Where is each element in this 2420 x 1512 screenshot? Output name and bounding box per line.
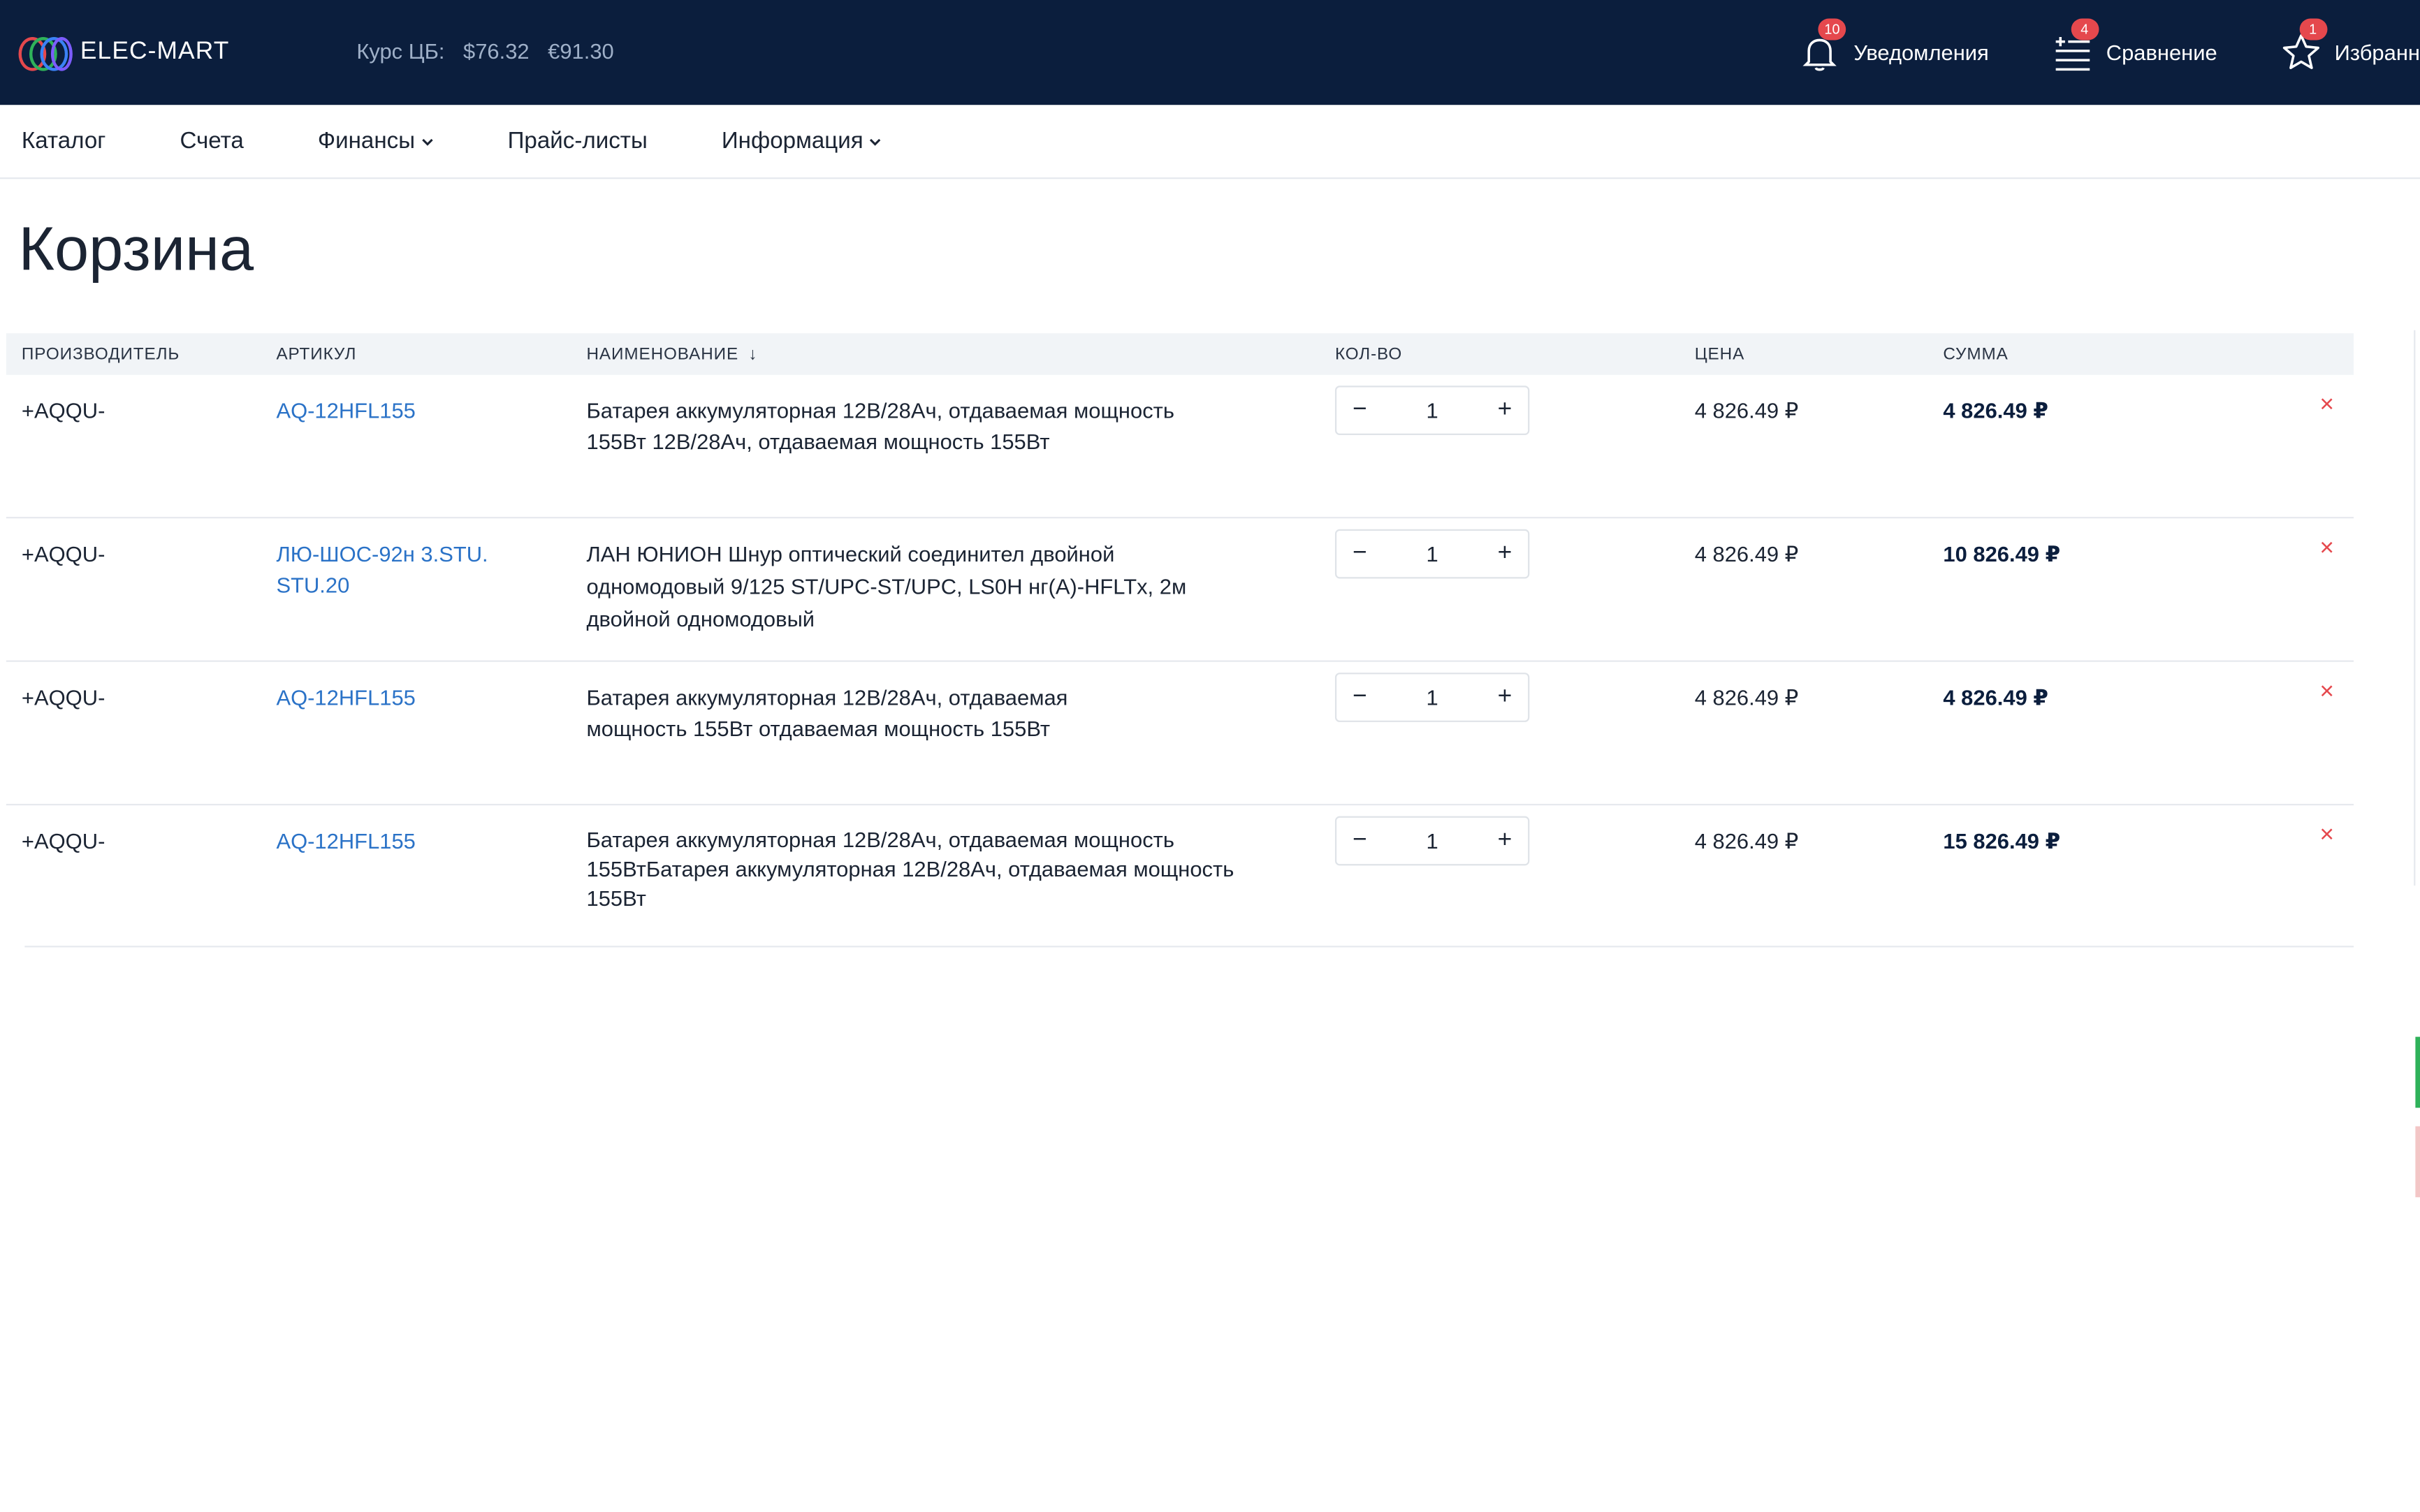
page: ELEC-MART Курс ЦБ: $76.32 €91.30 10 Увед… (0, 0, 2420, 1512)
table-row: +AQQU- AQ-12HFL155 Батарея аккумуляторна… (6, 805, 2354, 947)
quantity-input[interactable] (1398, 396, 1466, 425)
star-icon: 1 (2279, 18, 2327, 74)
table-header: ПРОИЗВОДИТЕЛЬ АРТИКУЛ НАИМЕНОВАНИЕ ↓ КОЛ… (6, 333, 2354, 375)
nav-item-label: Каталог (21, 128, 106, 154)
rate-eur: €91.30 (548, 38, 614, 64)
quantity-input[interactable] (1398, 683, 1466, 712)
nav-item-price-lists[interactable]: Прайс-листы (508, 128, 648, 154)
quantity-input[interactable] (1398, 827, 1466, 855)
chevron-down-icon (870, 138, 882, 145)
column-name-label: НАИМЕНОВАНИЕ (586, 345, 739, 365)
quantity-stepper: − + (1334, 816, 1530, 866)
sum-cell: 4 826.49 ₽ (1943, 397, 2048, 423)
side-panel-edge (2414, 330, 2420, 886)
manufacturer-cell: +AQQU- (21, 541, 105, 566)
top-bar: ELEC-MART Курс ЦБ: $76.32 €91.30 10 Увед… (0, 0, 2420, 105)
compare-badge: 4 (2070, 18, 2099, 41)
compare-button[interactable]: 4 Сравнение (2050, 18, 2217, 74)
nav-item-catalog[interactable]: Каталог (22, 128, 105, 154)
price-cell: 4 826.49 ₽ (1694, 684, 1799, 710)
product-name: Батарея аккумуляторная 12В/28Ач, отдавае… (586, 397, 1174, 454)
quantity-stepper: − + (1334, 529, 1530, 579)
price-cell: 4 826.49 ₽ (1694, 828, 1799, 853)
sku-link[interactable]: AQ-12HFL155 (276, 825, 539, 856)
notifications-label: Уведомления (1853, 40, 1989, 65)
rates-label: Курс ЦБ: (356, 38, 445, 64)
exchange-rates: Курс ЦБ: $76.32 €91.30 (356, 38, 613, 63)
chevron-down-icon (421, 138, 433, 145)
header-tools: 10 Уведомления 4 Сравнение 1 Избранн (1737, 0, 2420, 105)
decrement-button[interactable]: − (1349, 684, 1371, 712)
delete-icon[interactable]: × (2319, 534, 2334, 564)
compare-label: Сравнение (2106, 40, 2217, 65)
nav-item-invoices[interactable]: Счета (180, 128, 243, 154)
rate-usd: $76.32 (463, 38, 530, 64)
column-sku[interactable]: АРТИКУЛ (276, 346, 356, 365)
column-qty[interactable]: КОЛ-ВО (1335, 346, 1402, 365)
sku-link[interactable]: AQ-12HFL155 (276, 682, 539, 712)
sku-link[interactable]: ЛЮ-ШОС-92н 3.STU. STU.20 (276, 538, 539, 600)
side-tab-green[interactable] (2415, 1036, 2420, 1108)
product-name: ЛАН ЮНИОН Шнур оптический соединител дво… (586, 541, 1187, 631)
delete-icon[interactable]: × (2319, 821, 2334, 851)
sum-cell: 4 826.49 ₽ (1943, 684, 2048, 710)
increment-button[interactable]: + (1494, 684, 1516, 712)
nav-item-finance[interactable]: Финансы (318, 128, 434, 154)
sort-arrow-icon: ↓ (748, 345, 758, 365)
product-name: Батарея аккумуляторная 12В/28Ач, отдавае… (586, 827, 1234, 911)
sku-link[interactable]: AQ-12HFL155 (276, 395, 539, 426)
notifications-button[interactable]: 10 Уведомления (1798, 18, 1989, 74)
cart-table: ПРОИЗВОДИТЕЛЬ АРТИКУЛ НАИМЕНОВАНИЕ ↓ КОЛ… (6, 333, 2354, 947)
price-cell: 4 826.49 ₽ (1694, 541, 1799, 566)
quantity-stepper: − + (1334, 673, 1530, 722)
main-nav: Каталог Счета Финансы Прайс-листы Информ… (0, 105, 2420, 179)
nav-item-label: Счета (180, 128, 244, 154)
manufacturer-cell: +AQQU- (21, 397, 105, 423)
compare-list-icon: 4 (2050, 18, 2099, 74)
table-row: +AQQU- AQ-12HFL155 Батарея аккумуляторна… (6, 375, 2354, 519)
nav-item-label: Информация (721, 128, 863, 154)
logo-mark-icon (18, 34, 75, 71)
nav-item-label: Финансы (317, 128, 416, 154)
manufacturer-cell: +AQQU- (21, 684, 105, 710)
table-bottom-divider (24, 946, 2354, 948)
page-title: Корзина (18, 216, 254, 284)
decrement-button[interactable]: − (1349, 397, 1371, 425)
favorites-label: Избранн (2334, 40, 2420, 65)
table-row: +AQQU- AQ-12HFL155 Батарея аккумуляторна… (6, 662, 2354, 806)
increment-button[interactable]: + (1494, 397, 1516, 425)
manufacturer-cell: +AQQU- (21, 828, 105, 853)
price-cell: 4 826.49 ₽ (1694, 397, 1799, 423)
table-row: +AQQU- ЛЮ-ШОС-92н 3.STU. STU.20 ЛАН ЮНИО… (6, 518, 2354, 662)
column-sum[interactable]: СУММА (1943, 346, 2008, 365)
quantity-stepper: − + (1334, 386, 1530, 435)
column-manufacturer[interactable]: ПРОИЗВОДИТЕЛЬ (22, 346, 180, 365)
nav-item-information[interactable]: Информация (722, 128, 882, 154)
sum-cell: 10 826.49 ₽ (1943, 541, 2061, 566)
decrement-button[interactable]: − (1349, 540, 1371, 568)
delete-icon[interactable]: × (2319, 677, 2334, 708)
delete-icon[interactable]: × (2319, 390, 2334, 421)
favorites-badge: 1 (2298, 18, 2327, 41)
favorites-button[interactable]: 1 Избранн (2279, 18, 2420, 74)
decrement-button[interactable]: − (1349, 827, 1371, 855)
quantity-input[interactable] (1398, 540, 1466, 568)
notifications-badge: 10 (1818, 18, 1846, 41)
side-tab-red[interactable] (2415, 1126, 2420, 1198)
sum-cell: 15 826.49 ₽ (1943, 828, 2061, 853)
logo-text: ELEC-MART (80, 38, 230, 65)
column-price[interactable]: ЦЕНА (1695, 346, 1744, 365)
bell-icon: 10 (1798, 18, 1846, 74)
nav-item-label: Прайс-листы (507, 128, 648, 154)
column-name[interactable]: НАИМЕНОВАНИЕ ↓ (586, 346, 757, 365)
product-name: Батарея аккумуляторная 12В/28Ач, отдавае… (586, 684, 1068, 741)
increment-button[interactable]: + (1494, 540, 1516, 568)
logo[interactable]: ELEC-MART (18, 34, 230, 71)
increment-button[interactable]: + (1494, 827, 1516, 855)
